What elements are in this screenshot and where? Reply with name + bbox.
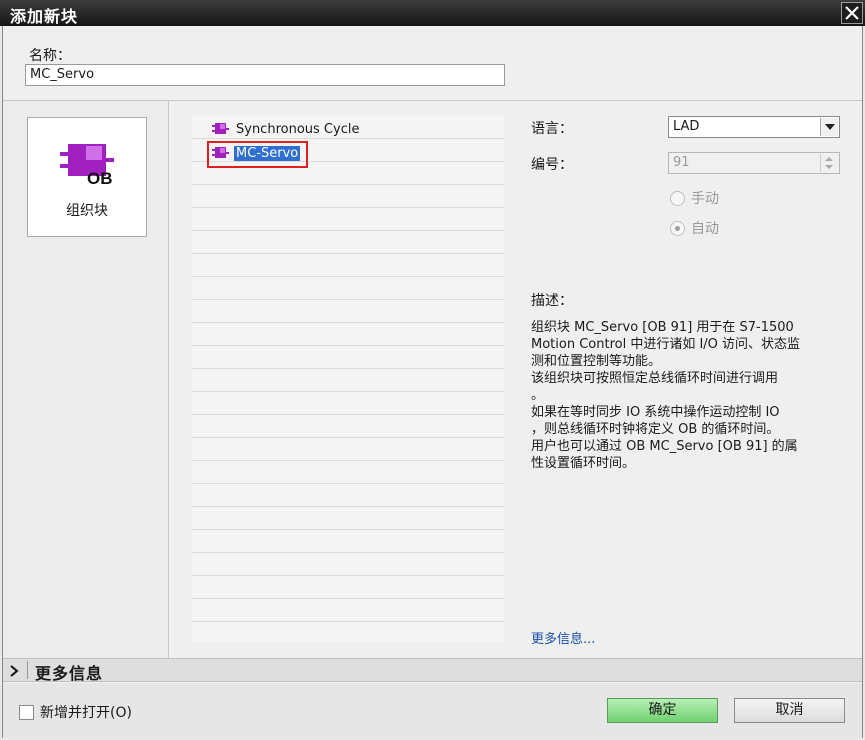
cancel-button[interactable]: 取消 — [734, 698, 845, 723]
manual-label: 手动 — [691, 191, 719, 207]
description-line: Motion Control 中进行诸如 I/O 访问、状态监 — [531, 337, 801, 352]
spin-arrows-icon — [825, 157, 833, 169]
auto-radio[interactable]: 自动 — [670, 218, 719, 238]
more-info-link[interactable]: 更多信息... — [531, 628, 595, 647]
ob-block-icon: OB — [60, 144, 114, 188]
chevron-down-icon — [825, 124, 835, 130]
description-line: 组织块 MC_Servo [OB 91] 用于在 S7-1500 — [531, 320, 794, 335]
more-info-bar[interactable]: 更多信息 — [3, 658, 862, 683]
ob-list: Synchronous Cycle MC-Servo — [192, 116, 504, 641]
language-select[interactable]: LAD — [668, 116, 840, 138]
description-label: 描述： — [531, 293, 573, 309]
number-value: 91 — [673, 155, 690, 170]
radio-circle — [670, 190, 685, 206]
ob-badge: OB — [87, 169, 113, 188]
description-line: 该组织块可按照恒定总线循环时间进行调用 — [531, 371, 779, 386]
language-value: LAD — [673, 119, 700, 134]
dropdown-button[interactable] — [820, 118, 838, 136]
close-icon — [845, 6, 859, 20]
description-line: 如果在等时同步 IO 系统中操作运动控制 IO — [531, 405, 780, 420]
window-title: 添加新块 — [10, 7, 79, 26]
close-button[interactable] — [841, 2, 863, 24]
auto-label: 自动 — [691, 221, 719, 237]
add-and-open-checkbox[interactable]: 新增并打开(O) — [19, 702, 132, 722]
description-line: ，则总线循环时钟将定义 OB 的循环时间。 — [531, 422, 780, 437]
radio-circle-selected — [670, 220, 685, 236]
more-info-bar-label: 更多信息 — [35, 664, 104, 683]
description-line: 性设置循环时间。 — [531, 456, 636, 471]
list-item-label: Synchronous Cycle — [236, 121, 360, 137]
checkbox-box — [19, 704, 34, 720]
chevron-right-icon — [10, 665, 19, 677]
number-stepper[interactable]: 91 — [668, 152, 840, 174]
organization-block-tile[interactable]: OB 组织块 — [27, 117, 147, 237]
add-new-block-dialog: 名称： MC_Servo OB 组织块 Synchronous Cycle MC… — [2, 26, 863, 738]
title-bar: 添加新块 — [0, 0, 865, 26]
separator — [27, 661, 28, 679]
language-label: 语言： — [531, 121, 573, 137]
checkbox-label: 新增并打开(O) — [40, 705, 132, 721]
ok-button[interactable]: 确定 — [607, 698, 718, 723]
manual-radio[interactable]: 手动 — [670, 188, 719, 208]
name-input[interactable]: MC_Servo — [25, 64, 505, 86]
spin-buttons[interactable] — [820, 154, 838, 172]
organization-block-label: 组织块 — [66, 203, 108, 219]
highlight-box — [207, 141, 308, 168]
ob-small-icon — [212, 123, 229, 134]
number-label: 编号： — [531, 157, 573, 173]
description-line: 用户也可以通过 OB MC_Servo [OB 91] 的属 — [531, 439, 798, 454]
name-label: 名称： — [29, 48, 71, 64]
list-item[interactable]: Synchronous Cycle — [212, 119, 361, 139]
description-line: 。 — [531, 388, 545, 403]
description-line: 测和位置控制等功能。 — [531, 354, 662, 369]
description-text: 组织块 MC_Servo [OB 91] 用于在 S7-1500 Motion … — [531, 319, 841, 472]
block-type-pane: OB 组织块 — [3, 101, 169, 658]
footer: 新增并打开(O) 确定 取消 — [3, 683, 862, 738]
